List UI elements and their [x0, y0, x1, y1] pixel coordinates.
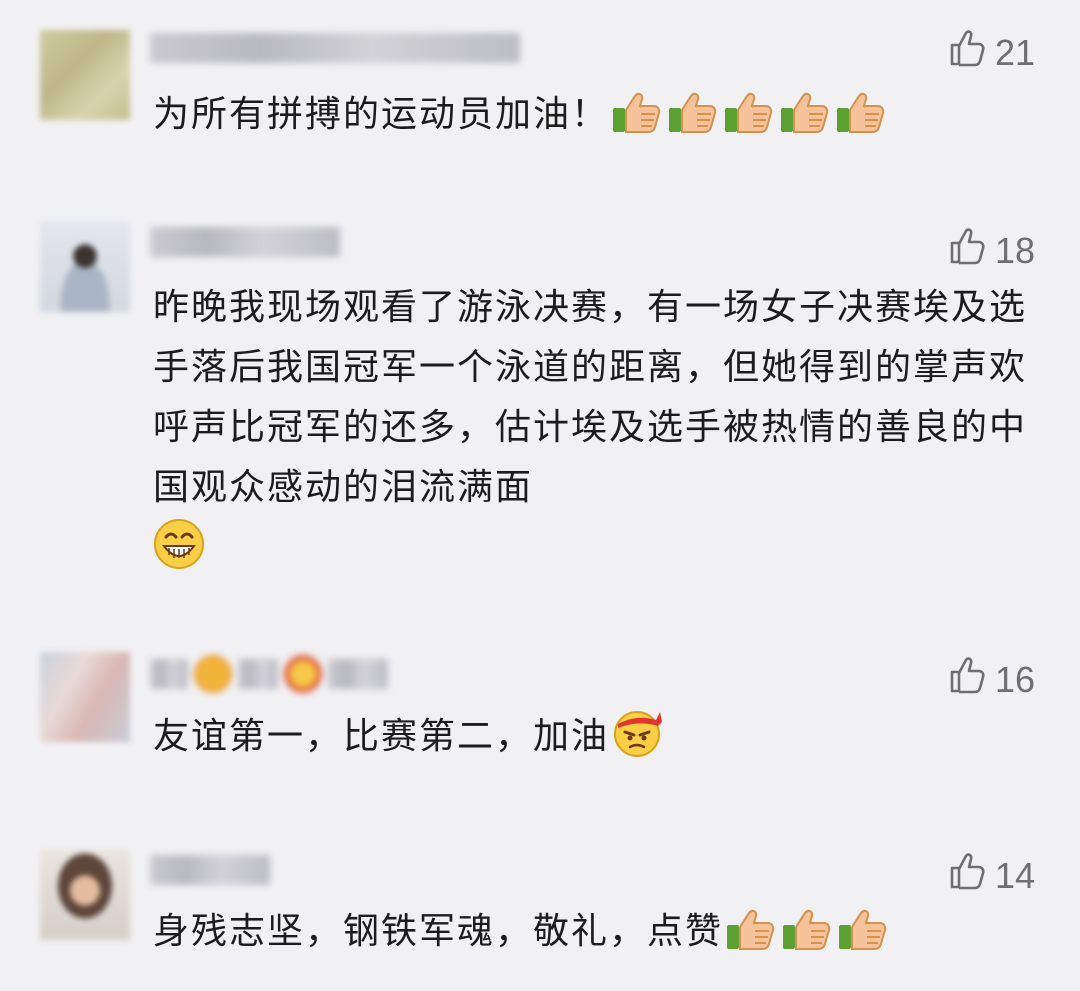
thumb-up-outline-icon: [947, 655, 987, 704]
thumbs-up-emoji: [835, 88, 889, 136]
like-count: 21: [994, 31, 1035, 73]
determined-face-emoji: [611, 706, 665, 758]
thumbs-up-emoji: [667, 88, 721, 136]
username-redacted[interactable]: [150, 222, 340, 262]
thumbs-up-emoji: [779, 88, 833, 136]
username-redacted[interactable]: [150, 850, 270, 890]
username-redacted[interactable]: [150, 654, 388, 694]
comment-text: 友谊第一，比赛第二，加油: [153, 706, 1043, 767]
like-button[interactable]: 21: [947, 28, 1035, 77]
avatar[interactable]: [40, 850, 130, 940]
thumb-up-outline-icon: [947, 226, 987, 275]
like-count: 18: [994, 229, 1035, 271]
avatar[interactable]: [40, 652, 130, 742]
thumbs-up-emoji: [723, 88, 777, 136]
thumbs-up-emoji: [725, 905, 779, 953]
grin-emoji: [153, 518, 205, 570]
like-button[interactable]: 16: [947, 655, 1035, 704]
avatar[interactable]: [40, 222, 130, 312]
avatar[interactable]: [40, 30, 130, 120]
like-button[interactable]: 18: [947, 226, 1035, 275]
thumb-up-outline-icon: [947, 851, 987, 900]
comment-text: 为所有拼搏的运动员加油！: [153, 85, 1043, 145]
like-count: 14: [994, 854, 1035, 896]
thumbs-up-emoji: [837, 905, 891, 953]
comment-text: 身残志坚，钢铁军魂，敬礼，点赞: [153, 902, 1043, 962]
thumbs-up-emoji: [611, 88, 665, 136]
comment-text: 昨晚我现场观看了游泳决赛，有一场女子决赛埃及选手落后我国冠军一个泳道的距离，但她…: [153, 278, 1043, 579]
like-count: 16: [994, 658, 1035, 700]
like-button[interactable]: 14: [947, 851, 1035, 900]
username-redacted[interactable]: [150, 28, 520, 68]
thumbs-up-emoji: [781, 905, 835, 953]
thumb-up-outline-icon: [947, 28, 987, 77]
